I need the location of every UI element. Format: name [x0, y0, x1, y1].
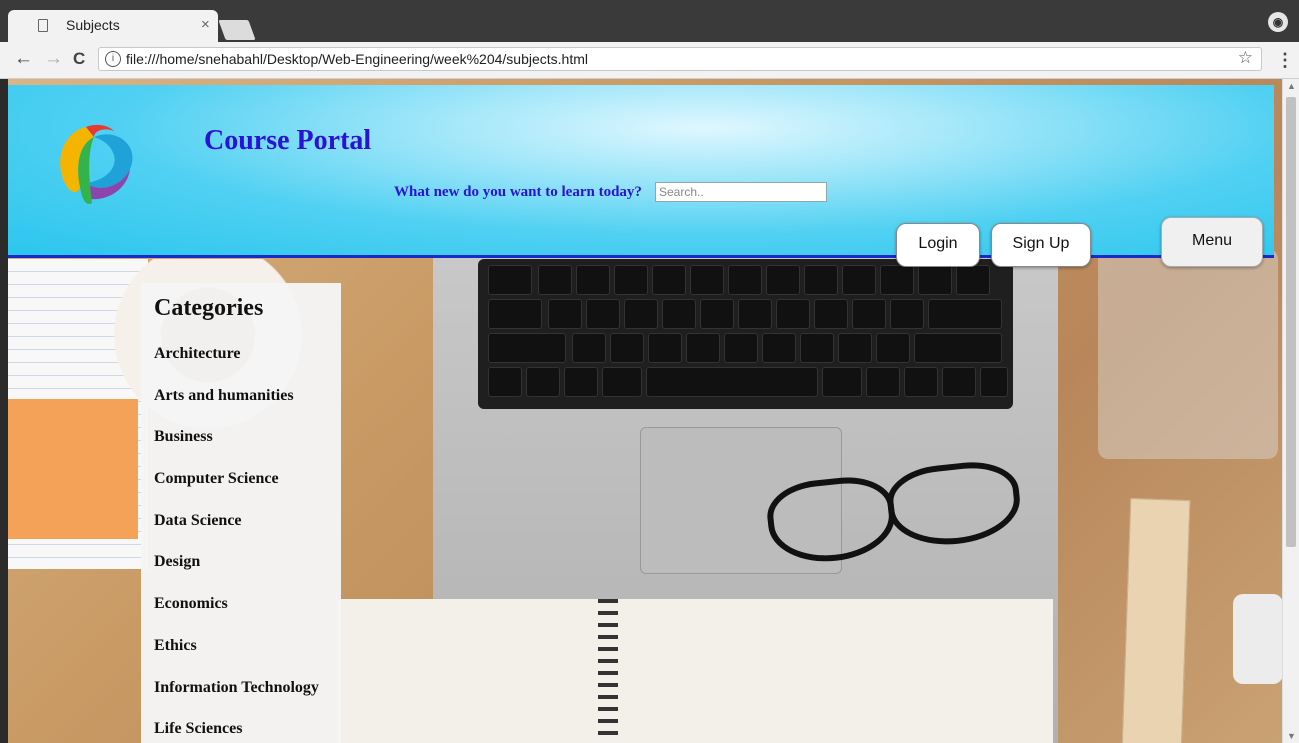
background-notebook — [338, 599, 1053, 743]
address-url[interactable]: file:///home/snehabahl/Desktop/Web-Engin… — [126, 51, 588, 67]
tab-title: Subjects — [66, 17, 120, 33]
search-input[interactable] — [655, 182, 827, 202]
background-pen-cup — [1098, 249, 1278, 459]
page-scrollbar[interactable]: ▲ ▼ — [1282, 79, 1299, 743]
background-eraser — [1233, 594, 1282, 684]
category-life-sciences[interactable]: Life Sciences — [154, 720, 319, 743]
background-notebook-spine — [598, 599, 618, 743]
category-computer-science[interactable]: Computer Science — [154, 470, 319, 512]
background-keyboard — [478, 259, 1013, 409]
browser-menu-icon[interactable]: ⋮ — [1276, 50, 1294, 71]
browser-toolbar: ← → C i file:///home/snehabahl/Desktop/W… — [0, 42, 1299, 79]
page-viewport: Course Portal What new do you want to le… — [8, 79, 1282, 743]
categories-heading: Categories — [154, 295, 264, 321]
categories-list: Architecture Arts and humanities Busines… — [154, 345, 319, 743]
browser-tab-subjects[interactable]: Subjects × — [8, 10, 218, 42]
address-bar[interactable]: i file:///home/snehabahl/Desktop/Web-Eng… — [98, 47, 1262, 71]
scrollbar-thumb[interactable] — [1286, 97, 1296, 547]
categories-panel: Categories Architecture Arts and humanit… — [141, 283, 341, 743]
category-information-technology[interactable]: Information Technology — [154, 679, 319, 721]
category-architecture[interactable]: Architecture — [154, 345, 319, 387]
site-header: Course Portal What new do you want to le… — [8, 85, 1274, 267]
browser-tabstrip: Subjects × ◉ — [0, 0, 1299, 42]
forward-icon[interactable]: → — [44, 48, 63, 70]
site-title: Course Portal — [204, 125, 372, 156]
menu-button[interactable]: Menu — [1161, 217, 1263, 267]
portal-logo-icon — [60, 124, 133, 205]
login-button[interactable]: Login — [896, 223, 980, 267]
category-data-science[interactable]: Data Science — [154, 512, 319, 554]
document-icon — [38, 19, 48, 32]
category-arts-and-humanities[interactable]: Arts and humanities — [154, 387, 319, 429]
category-business[interactable]: Business — [154, 428, 319, 470]
tab-close-icon[interactable]: × — [201, 16, 210, 33]
category-design[interactable]: Design — [154, 553, 319, 595]
back-icon[interactable]: ← — [14, 48, 33, 70]
scroll-up-arrow-icon[interactable]: ▲ — [1287, 81, 1296, 91]
bookmark-star-icon[interactable]: ☆ — [1238, 48, 1253, 68]
search-label: What new do you want to learn today? — [394, 184, 642, 200]
signup-button[interactable]: Sign Up — [991, 223, 1091, 267]
reload-icon[interactable]: C — [73, 49, 85, 69]
scroll-down-arrow-icon[interactable]: ▼ — [1287, 731, 1296, 741]
profile-icon[interactable]: ◉ — [1268, 12, 1288, 32]
category-ethics[interactable]: Ethics — [154, 637, 319, 679]
category-economics[interactable]: Economics — [154, 595, 319, 637]
new-tab-button[interactable] — [218, 20, 256, 40]
background-ruler — [1121, 498, 1191, 743]
info-icon[interactable]: i — [105, 51, 121, 67]
